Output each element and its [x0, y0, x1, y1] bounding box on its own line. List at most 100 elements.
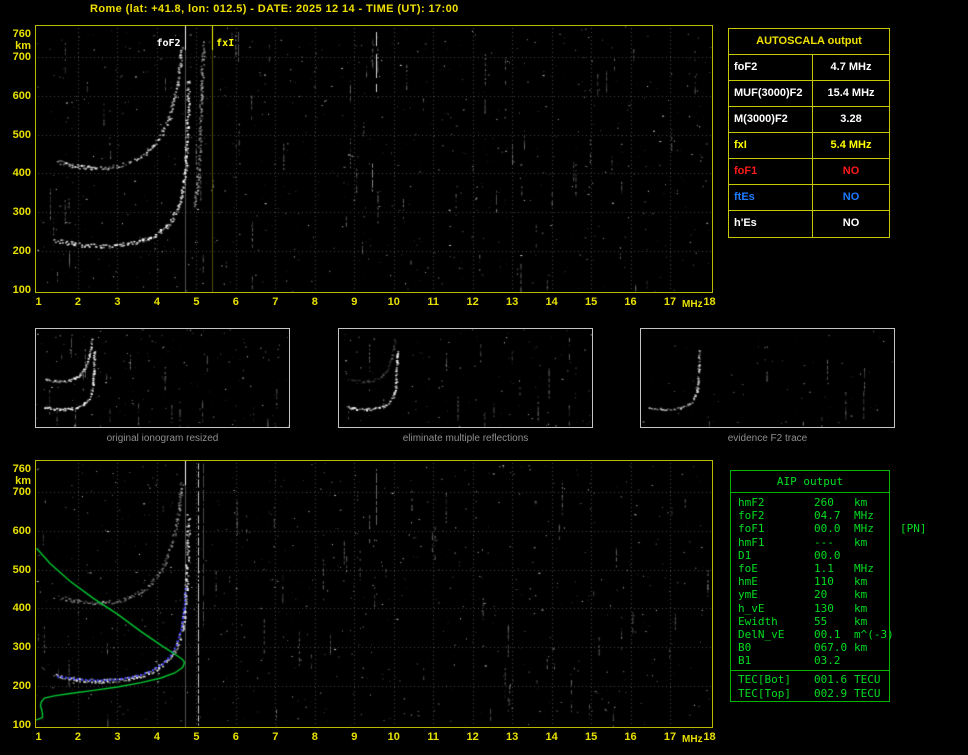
thumbnail-original-canvas [36, 329, 289, 427]
aip-value: 130 [814, 601, 834, 615]
x-tick-label: 2 [74, 296, 82, 308]
y-tick-label: 400 [12, 167, 31, 180]
y-axis-unit: km [15, 40, 31, 52]
x-tick-label: 17 [663, 296, 677, 308]
aip-value: 55 [814, 614, 828, 628]
y-tick-label: 400 [12, 602, 31, 615]
aip-value: 067.0 [814, 641, 848, 655]
x-tick-label: 5 [193, 731, 200, 743]
aip-value: 1.1 [814, 561, 834, 575]
aip-row: DelN_vE 00.1 m^(-3) [731, 627, 894, 641]
autoscala-param: foF2 [729, 55, 813, 80]
aip-value: 260 [814, 496, 834, 509]
thumbnail-eliminate-canvas [339, 329, 592, 427]
x-tick-label: 16 [624, 731, 637, 743]
y-axis-unit: km [15, 475, 31, 487]
autoscala-output-table: AUTOSCALA output foF2 4.7 MHz MUF(3000)F2 1… [728, 28, 890, 238]
aip-value: 002.9 [814, 686, 848, 700]
x-tick-label: 4 [153, 731, 160, 743]
autoscala-table-title: AUTOSCALA output [729, 29, 889, 55]
x-tick-label: 4 [153, 296, 160, 308]
aip-unit: MHz [854, 509, 874, 523]
autoscala-value: 4.7 MHz [830, 61, 872, 73]
aip-unit: km [854, 535, 868, 549]
aip-unit: km [854, 496, 868, 509]
aip-param: D1 [738, 548, 752, 562]
marker-label-fxI: fxI [216, 38, 235, 49]
x-tick-label: 15 [584, 731, 598, 743]
autoscala-value: NO [842, 217, 860, 229]
x-tick-label: 10 [387, 296, 400, 308]
x-tick-label: 14 [545, 296, 558, 308]
marker-label-foF2: foF2 [156, 38, 181, 49]
x-tick-label: 2 [74, 731, 82, 743]
autoscala-row: MUF(3000)F2 15.4 MHz [729, 81, 889, 107]
aip-value: 00.0 [814, 522, 841, 536]
aip-param: hmF1 [738, 535, 765, 549]
aip-row: B1 03.2 [731, 654, 889, 667]
autoscala-value: NO [842, 165, 860, 177]
y-tick-label: 760 [12, 462, 31, 475]
autoscala-param: ftEs [729, 185, 813, 210]
aip-separator [731, 670, 889, 672]
y-tick-label: 600 [12, 524, 31, 537]
aip-row: hmF1 --- km [731, 536, 889, 549]
aip-note: [PN] [900, 522, 927, 536]
autoscala-row: M(3000)F2 3.28 [729, 107, 889, 133]
aip-row: foF1 00.0 MHz [PN] [731, 522, 927, 536]
y-tick-label: 300 [12, 206, 31, 219]
x-tick-label: 8 [311, 731, 318, 743]
ionogram-bottom-plot [35, 460, 713, 728]
x-tick-label: 16 [624, 296, 637, 308]
aip-value: 00.1 [814, 627, 841, 641]
ionogram-bottom-canvas [36, 461, 712, 727]
aip-param: Ewidth [738, 614, 778, 628]
x-tick-label: 1 [35, 296, 42, 308]
y-tick-label: 600 [12, 89, 31, 102]
aip-tec-rows: TEC[Bot] 001.6 TECU TEC[Top] 002.9 TECU [731, 673, 889, 699]
y-tick-label: 760 [12, 27, 31, 40]
aip-param: hmE [738, 575, 758, 589]
aip-row: hmF2 260 km [731, 496, 889, 509]
aip-param: ymE [738, 588, 758, 602]
aip-unit: m^(-3) [854, 627, 894, 641]
aip-table-rows: hmF2 260 km foF2 04.7 MHz foF1 00.0 MHz [PN] hmF1 -… [731, 493, 927, 667]
aip-unit: km [854, 588, 868, 602]
x-tick-label: 7 [272, 731, 279, 743]
aip-row: foF2 04.7 MHz [731, 509, 889, 522]
x-tick-label: 17 [663, 731, 677, 743]
aip-unit: km [854, 575, 868, 589]
y-tick-label: 500 [12, 128, 31, 141]
x-tick-label: 9 [351, 731, 358, 743]
thumbnail-eliminate-reflections [338, 328, 593, 428]
aip-param: TEC[Top] [738, 686, 791, 700]
y-tick-label: 100 [12, 718, 31, 731]
aip-row: TEC[Top] 002.9 TECU [731, 687, 889, 700]
x-axis-unit: MHz [682, 734, 703, 745]
aip-row: B0 067.0 km [731, 641, 889, 654]
aip-unit: km [854, 601, 868, 615]
aip-param: B0 [738, 641, 752, 655]
x-tick-label: 11 [427, 296, 440, 308]
autoscala-param: MUF(3000)F2 [729, 81, 813, 106]
station-date-title: Rome (lat: +41.8, lon: 012.5) - DATE: 20… [90, 3, 459, 15]
aip-table-title: AIP output [731, 471, 889, 493]
x-axis-unit: MHz [682, 299, 703, 310]
autoscala-row: foF1 NO [729, 159, 889, 185]
autoscala-value: NO [842, 191, 860, 203]
x-tick-label: 7 [272, 296, 279, 308]
aip-param: B1 [738, 654, 752, 668]
x-tick-label: 13 [506, 731, 519, 743]
x-tick-label: 12 [466, 296, 479, 308]
y-tick-label: 700 [12, 486, 31, 499]
y-tick-label: 200 [12, 679, 31, 692]
autoscala-row: fxI 5.4 MHz [729, 133, 889, 159]
autoscala-row: h'Es NO [729, 211, 889, 237]
x-tick-label: 5 [193, 296, 200, 308]
autoscala-value: 5.4 MHz [830, 139, 872, 151]
aip-value: 20 [814, 588, 828, 602]
x-tick-label: 12 [466, 731, 479, 743]
y-tick-label: 300 [12, 641, 31, 654]
aip-unit: TECU [854, 686, 881, 700]
autoscala-param: h'Es [729, 211, 813, 237]
